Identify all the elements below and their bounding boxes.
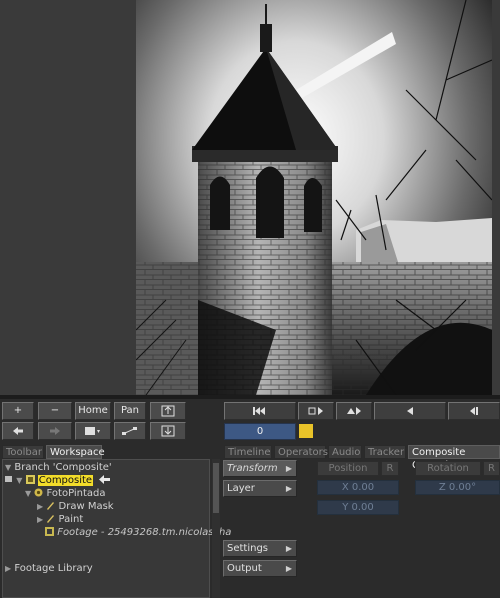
output-label: Output [227, 563, 262, 574]
home-button[interactable]: Home [75, 402, 111, 420]
pan-button[interactable]: Pan [114, 402, 146, 420]
branch-label: Branch 'Composite' [14, 462, 112, 473]
layer-button[interactable]: Layer ▶ [223, 480, 297, 497]
brush-icon [47, 515, 55, 523]
tab-tracker[interactable]: Tracker [364, 445, 406, 459]
workspace-tree: ▼ Branch 'Composite' ▼ Composite ▼ FotoP… [2, 459, 231, 598]
split-view-icon [85, 427, 100, 435]
collapse-arrow-icon[interactable]: ▶ [5, 564, 11, 573]
position-label: Position [317, 461, 379, 476]
step-back-icon [470, 407, 478, 415]
chevron-right-icon: ▶ [285, 484, 292, 493]
zoom-out-button[interactable]: − [38, 402, 72, 420]
composite-label[interactable]: Composite [37, 475, 94, 486]
go-to-start-button[interactable] [224, 402, 296, 420]
forward-button[interactable] [38, 422, 72, 440]
brush-icon [47, 502, 55, 510]
transform-label: Transform [227, 463, 278, 474]
import-icon [161, 425, 175, 437]
tab-composite-controls[interactable]: Composite Controls [408, 445, 500, 471]
tree-scrollbar-thumb[interactable] [213, 463, 219, 513]
tree-paint-row[interactable]: ▶ Paint [37, 513, 83, 526]
settings-button[interactable]: Settings ▶ [223, 540, 297, 557]
tab-toolbar[interactable]: Toolbar [2, 445, 44, 459]
expand-arrow-icon[interactable]: ▼ [16, 476, 22, 485]
tab-workspace[interactable]: Workspace [46, 445, 105, 459]
skip-start-icon [253, 407, 265, 415]
tree-branch-row[interactable]: ▼ Branch 'Composite' [5, 461, 112, 474]
collapse-arrow-icon[interactable]: ▶ [37, 502, 43, 511]
footage-label: Footage - 25493268.tm.nicolascha [57, 527, 232, 538]
play-reverse-icon [407, 407, 413, 415]
composite-node-icon [25, 475, 35, 484]
import-button[interactable] [150, 422, 186, 440]
output-button[interactable]: Output ▶ [223, 560, 297, 577]
tab-operators[interactable]: Operators [274, 445, 328, 459]
tree-footage-library-row[interactable]: ▶ Footage Library [5, 562, 93, 575]
position-reset-button[interactable]: R [381, 461, 399, 476]
arrow-left-icon [13, 427, 23, 435]
step-back-button[interactable] [448, 402, 500, 420]
current-frame-field[interactable]: 0 [224, 423, 296, 440]
bounds-button[interactable] [114, 422, 146, 440]
play-reverse-button[interactable] [374, 402, 446, 420]
tower-photo [136, 0, 492, 395]
chevron-right-icon: ▶ [285, 544, 292, 553]
tree-draw-mask-row[interactable]: ▶ Draw Mask [37, 500, 114, 513]
export-button[interactable] [150, 402, 186, 420]
position-x-field[interactable]: X 0.00 [317, 480, 399, 495]
expand-arrow-icon[interactable]: ▼ [5, 463, 11, 472]
footage-library-label: Footage Library [14, 563, 93, 574]
tree-fotopintada-row[interactable]: ▼ FotoPintada [25, 487, 106, 500]
keyframe-marker[interactable] [299, 424, 313, 438]
zoom-in-button[interactable]: + [2, 402, 34, 420]
current-arrow-icon [99, 475, 111, 484]
panel-divider[interactable] [0, 395, 500, 399]
rotation-z-field[interactable]: Z 0.00° [415, 480, 500, 495]
export-icon [161, 405, 175, 417]
rotation-reset-button[interactable]: R [483, 461, 500, 476]
layer-node-icon [34, 488, 43, 497]
tab-timeline[interactable]: Timeline [224, 445, 272, 459]
prev-key-button[interactable] [298, 402, 334, 420]
expand-arrow-icon[interactable]: ▼ [25, 489, 31, 498]
chevron-right-icon: ▶ [285, 564, 292, 573]
tree-footage-row[interactable]: Footage - 25493268.tm.nicolascha [45, 526, 231, 539]
keyframe-back-icon [347, 407, 361, 415]
image-viewer[interactable] [136, 0, 492, 395]
back-button[interactable] [2, 422, 34, 440]
transform-button[interactable]: Transform ▶ [223, 460, 297, 477]
layer-label: Layer [227, 483, 255, 494]
chevron-right-icon: ▶ [285, 464, 292, 473]
prev-keyframe-button[interactable] [336, 402, 372, 420]
tree-composite-row[interactable]: ▼ Composite [5, 474, 111, 487]
key-back-icon [308, 407, 323, 415]
footage-icon [45, 527, 54, 536]
right-edge [492, 0, 500, 395]
left-panel-background [0, 0, 136, 395]
bounds-icon [122, 427, 137, 435]
split-view-button[interactable] [75, 422, 111, 440]
composite-view-icon [5, 476, 12, 482]
tree-scrollbar[interactable] [212, 459, 220, 598]
draw-mask-label: Draw Mask [58, 501, 114, 512]
collapse-arrow-icon[interactable]: ▶ [37, 515, 43, 524]
arrow-right-icon [50, 427, 60, 435]
position-y-field[interactable]: Y 0.00 [317, 500, 399, 515]
rotation-label: Rotation [415, 461, 481, 476]
paint-label: Paint [58, 514, 84, 525]
tab-audio[interactable]: Audio [328, 445, 362, 459]
fotopintada-label: FotoPintada [46, 488, 106, 499]
settings-label: Settings [227, 543, 269, 554]
